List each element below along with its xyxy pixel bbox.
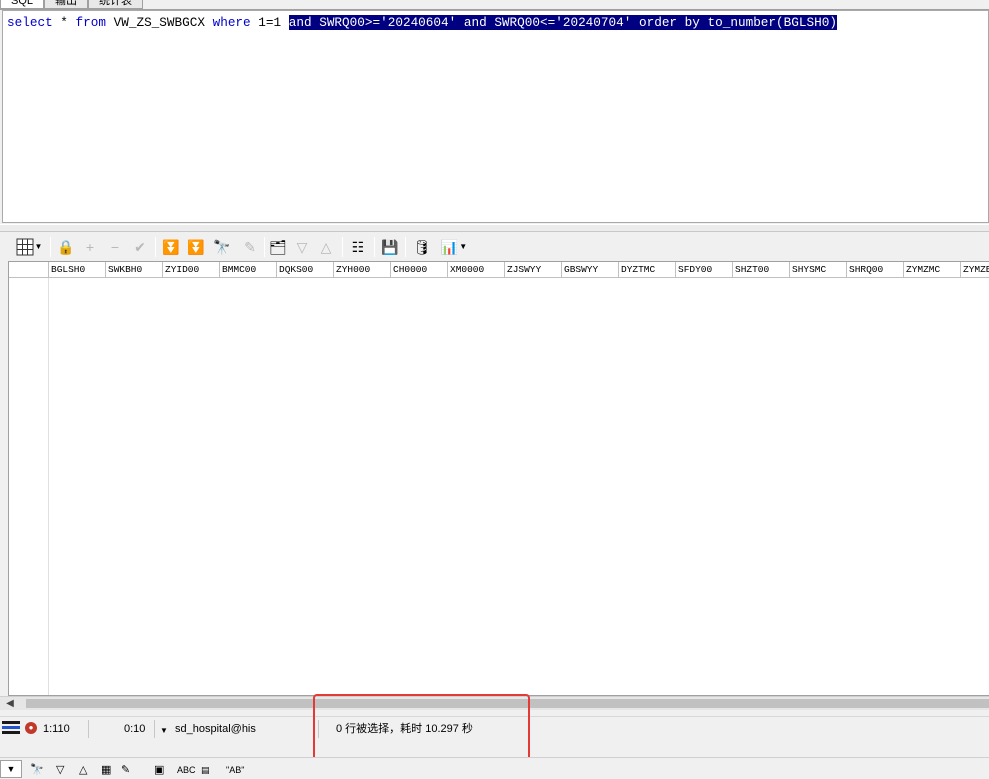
triangle-up-icon: △ [320, 239, 332, 255]
sort-descending-button[interactable]: ▽ [292, 237, 312, 257]
eraser-icon: ✎ [244, 239, 256, 255]
column-header[interactable]: BGLSH0 [49, 262, 106, 278]
find-next-icon[interactable]: ▽ [56, 762, 64, 778]
chevron-down-icon: ▼ [6, 764, 16, 774]
eraser-icon[interactable]: ✎ [121, 762, 130, 778]
plus-icon: + [85, 239, 95, 255]
post-changes-button[interactable]: ✔ [130, 237, 150, 257]
check-icon: ✔ [134, 239, 146, 255]
sql-keyword-select: select [7, 15, 53, 30]
editor-tabs: SQL 输出 统计表 [0, 0, 989, 10]
delete-record-button[interactable]: − [105, 237, 125, 257]
column-header[interactable]: ZYH000 [334, 262, 391, 278]
sql-condition: 1=1 [250, 15, 289, 30]
lock-icon: 🔒 [57, 239, 75, 255]
tab-output[interactable]: 输出 [44, 0, 88, 9]
status-bar: ● 1:110 0:10 ▼ sd_hospital@his 0 行被选择，耗时… [0, 716, 989, 740]
results-grid[interactable]: BGLSH0 SWKBH0 ZYID00 BMMC00 DQKS00 ZYH000 CH00… [8, 261, 989, 696]
chevron-down-icon: ▼ [34, 242, 43, 251]
sql-table-name: VW_ZS_SWBGCX [106, 15, 213, 30]
fetch-next-button[interactable]: ⏬ [161, 237, 181, 257]
column-header[interactable]: SFDY00 [676, 262, 733, 278]
grid-header: BGLSH0 SWKBH0 ZYID00 BMMC00 DQKS00 ZYH000 CH00… [9, 262, 989, 278]
elapsed-time-short: 0:10 [124, 723, 146, 735]
floppy-disk-icon: 💾 [381, 239, 399, 255]
export-button[interactable]: 🛢 [412, 237, 432, 257]
column-header[interactable]: ZYID00 [163, 262, 220, 278]
double-chevron-down-bar-icon: ⏬ [187, 239, 205, 255]
horizontal-scrollbar[interactable]: ◀ [0, 696, 989, 710]
find-combo[interactable]: ▼ [0, 760, 22, 778]
tab-sql[interactable]: SQL [0, 0, 45, 9]
sql-editor[interactable]: select * from VW_ZS_SWBGCX where 1=1 and… [2, 10, 989, 223]
minus-icon: − [110, 239, 120, 255]
record-lock-icon: ● [25, 722, 37, 734]
stack-icon: 🗂 [269, 239, 287, 255]
row-indicator-column [9, 278, 49, 695]
sql-keyword-where: where [212, 15, 251, 30]
quoted-toggle[interactable]: "AB" [226, 762, 244, 778]
bar-chart-icon: 📊 [440, 239, 459, 255]
column-header[interactable]: ZYMZBM [961, 262, 989, 278]
grid-toolbar: ▼ 🔒 + − ✔ ⏬ ⏬ 🔭 ✎ 🗂 ▽ △ ☷ 💾 🛢 📊 ▼ [0, 233, 989, 261]
database-icon: 🛢 [413, 239, 431, 255]
binoculars-icon: 🔭 [213, 239, 231, 255]
column-header[interactable]: DYZTMC [619, 262, 676, 278]
sql-text-segment: * [52, 15, 76, 30]
triangle-down-icon: ▽ [296, 239, 308, 255]
tab-statistics[interactable]: 统计表 [88, 0, 143, 9]
sort-ascending-button[interactable]: △ [316, 237, 336, 257]
record-structure-button[interactable]: ☷ [348, 237, 368, 257]
sql-selected-text: and SWRQ00>='20240604' and SWRQ00<='2024… [288, 15, 837, 30]
column-header[interactable]: ZYMZMC [904, 262, 961, 278]
grid-corner[interactable] [9, 262, 49, 278]
splitter[interactable] [0, 224, 989, 232]
grid-view-button[interactable]: ▼ [12, 237, 46, 257]
chevron-left-icon[interactable]: ◀ [4, 697, 16, 710]
column-header[interactable]: BMMC00 [220, 262, 277, 278]
column-header[interactable]: SWKBH0 [106, 262, 163, 278]
column-header[interactable]: SHYSMC [790, 262, 847, 278]
cursor-position: 1:110 [43, 723, 70, 735]
clear-button[interactable]: ✎ [240, 237, 260, 257]
column-header[interactable]: GBSWYY [562, 262, 619, 278]
whole-word-icon[interactable]: ▣ [154, 762, 164, 778]
binoculars-icon[interactable]: 🔭 [30, 762, 44, 778]
status-message: 0 行被选择，耗时 10.297 秒 [336, 723, 473, 735]
grid-icon [16, 238, 34, 256]
column-header[interactable]: CH0000 [391, 262, 448, 278]
sql-keyword-from: from [75, 15, 106, 30]
chevron-down-icon: ▼ [459, 242, 468, 251]
match-case-toggle[interactable]: ABC [177, 762, 196, 778]
find-button[interactable]: 🔭 [212, 237, 232, 257]
chart-button[interactable]: 📊 ▼ [438, 237, 470, 257]
connection-dropdown-icon[interactable]: ▼ [160, 724, 168, 738]
double-chevron-down-icon: ⏬ [162, 239, 180, 255]
column-header[interactable]: DQKS00 [277, 262, 334, 278]
find-previous-icon[interactable]: △ [79, 762, 87, 778]
query-by-example-button[interactable]: 🗂 [268, 237, 288, 257]
edit-mode-icon [2, 721, 20, 735]
regex-toggle-icon[interactable]: ▤ [201, 762, 210, 778]
fetch-last-button[interactable]: ⏬ [186, 237, 206, 257]
column-header[interactable]: ZJSWYY [505, 262, 562, 278]
scrollbar-thumb[interactable] [26, 699, 989, 708]
column-header[interactable]: SHRQ00 [847, 262, 904, 278]
column-header[interactable]: XM0000 [448, 262, 505, 278]
lock-button[interactable]: 🔒 [56, 237, 76, 257]
tree-icon: ☷ [351, 239, 365, 255]
highlight-all-icon[interactable]: ▦ [101, 762, 111, 778]
plsql-developer-window: SQL 输出 统计表 select * from VW_ZS_SWBGCX wh… [0, 0, 989, 779]
insert-record-button[interactable]: + [80, 237, 100, 257]
connection-name[interactable]: sd_hospital@his [175, 722, 256, 736]
save-button[interactable]: 💾 [380, 237, 400, 257]
find-bar: ▼ 🔭 ▽ △ ▦ ✎ ▣ ABC ▤ "AB" [0, 757, 989, 779]
column-header[interactable]: SHZT00 [733, 262, 790, 278]
sql-text: select * from VW_ZS_SWBGCX where 1=1 and… [7, 15, 837, 31]
